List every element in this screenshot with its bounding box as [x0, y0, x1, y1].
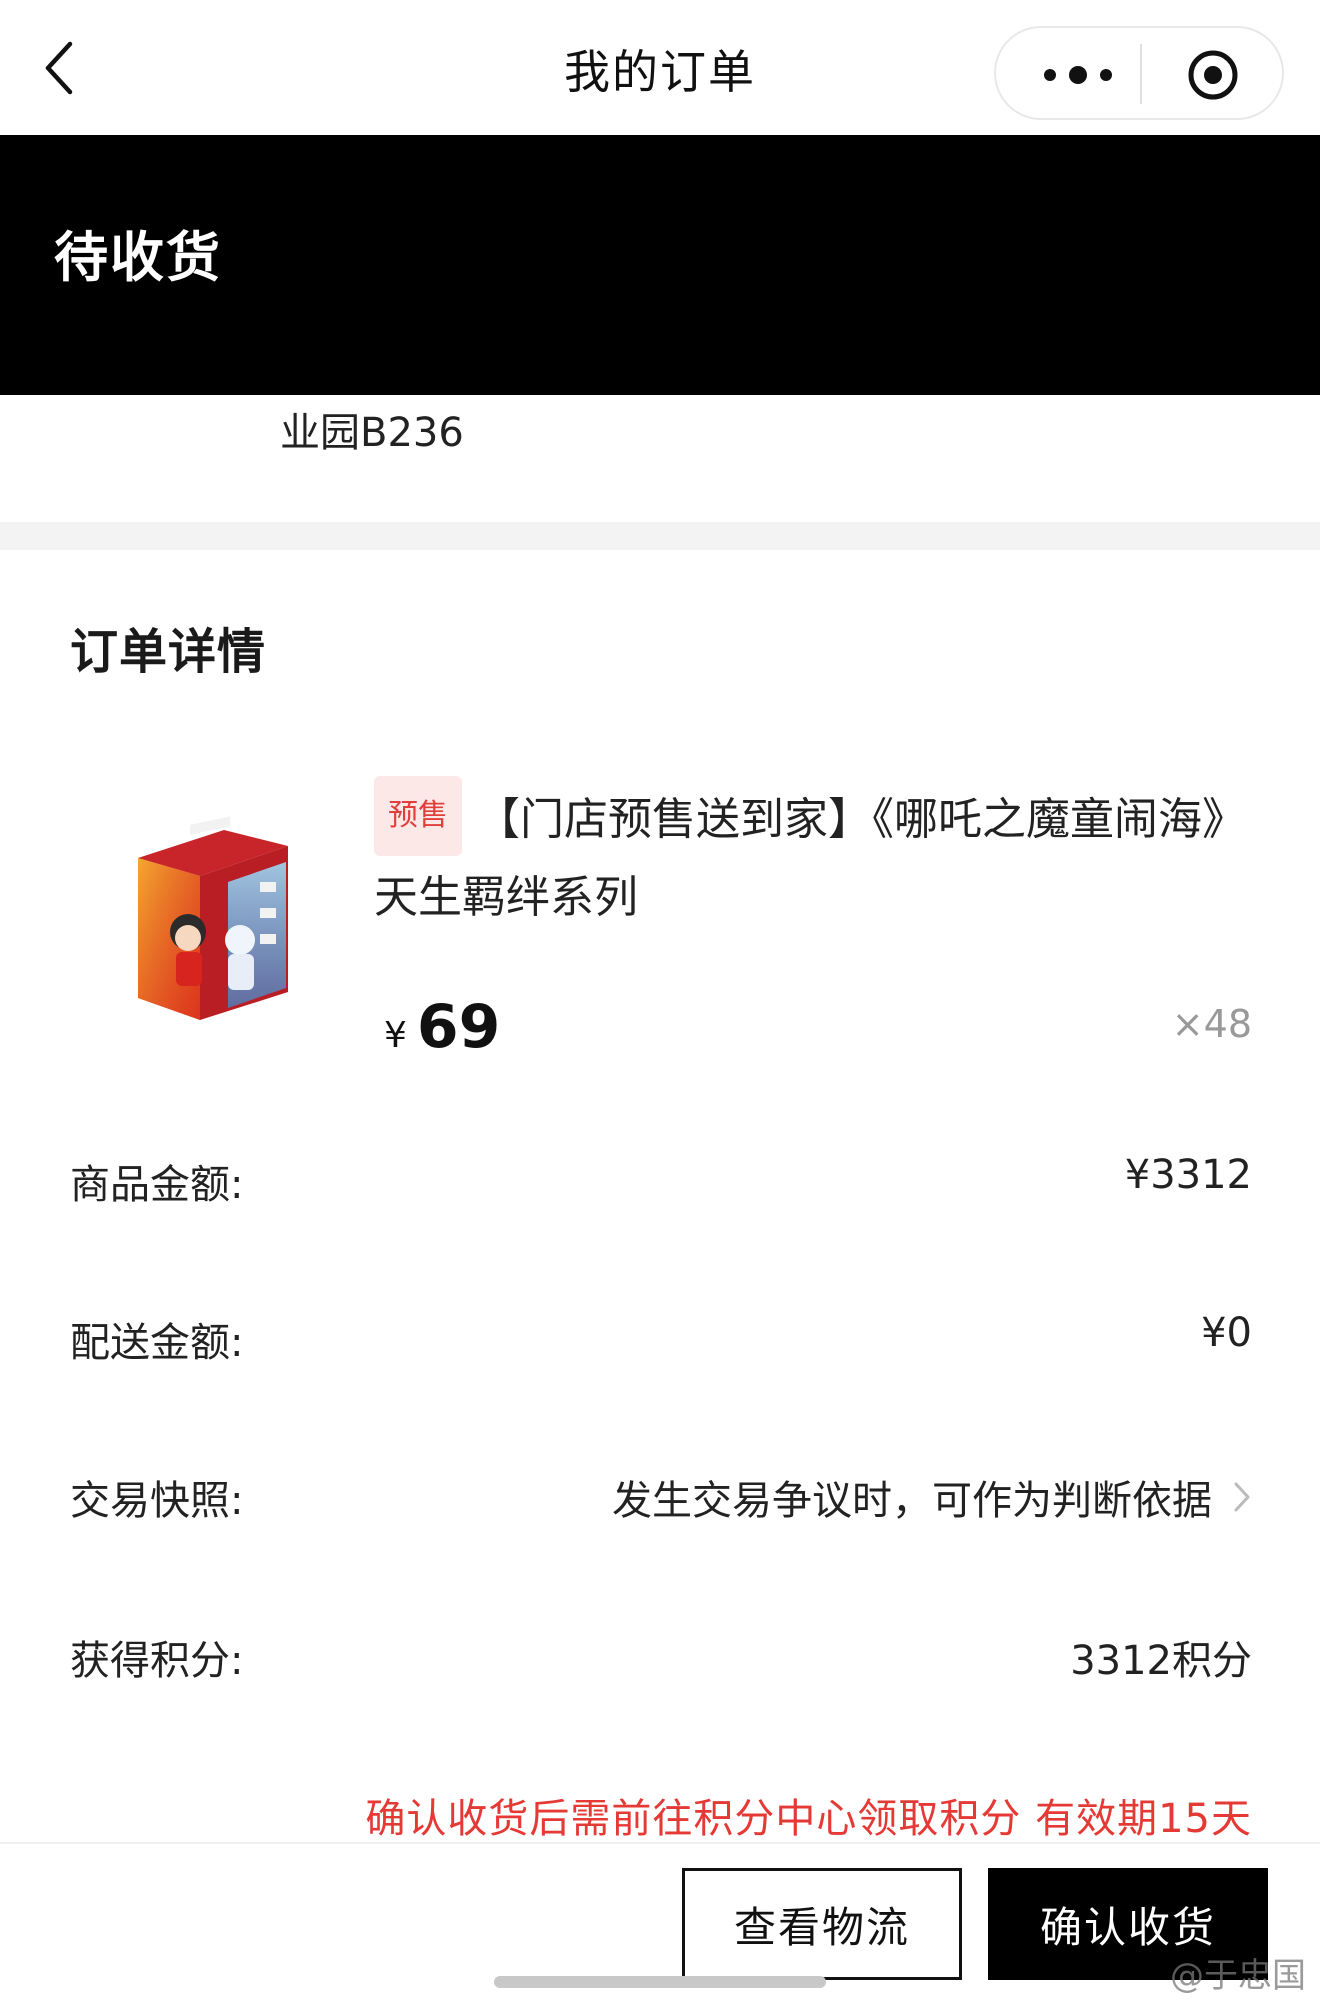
product-info[interactable]: 预售 【门店预售送到家】《哪吒之魔童闹海》天生羁绊系列 — [374, 776, 1254, 934]
order-status: 待收货 — [54, 226, 222, 289]
product-price: ¥69 — [384, 992, 500, 1062]
row-value: ¥0 — [1201, 1310, 1252, 1356]
address-text: 业园B236 — [280, 410, 464, 456]
chevron-right-icon — [1234, 1482, 1250, 1512]
bottom-action-bar: 查看物流 确认收货 — [0, 1842, 1320, 2003]
watermark: @于忠国 — [1170, 1956, 1306, 1996]
row-value: 发生交易争议时，可作为判断依据 — [612, 1478, 1212, 1524]
row-label: 配送金额: — [70, 1320, 244, 1366]
nav-bar: 我的订单 — [0, 0, 1320, 135]
product-image[interactable] — [128, 812, 298, 1026]
view-logistics-button[interactable]: 查看物流 — [682, 1868, 962, 1980]
presale-badge: 预售 — [374, 776, 462, 856]
order-status-banner: 待收货 — [0, 135, 1320, 395]
more-icon[interactable] — [1038, 58, 1118, 92]
trade-snapshot-row[interactable]: 交易快照: 发生交易争议时，可作为判断依据 — [70, 1468, 1252, 1528]
row-value: ¥3312 — [1124, 1152, 1252, 1198]
product-name: 【门店预售送到家】《哪吒之魔童闹海》天生羁绊系列 — [374, 794, 1246, 923]
row-value: 3312积分 — [1070, 1638, 1252, 1684]
order-detail-title: 订单详情 — [70, 624, 267, 680]
order-detail-page: 我的订单 待收货 业园B236 订单详情 预售 【门店预售送到家】《哪吒之魔童闹… — [0, 0, 1320, 2003]
section-separator — [0, 522, 1320, 550]
currency-symbol: ¥ — [384, 1015, 407, 1056]
product-title: 预售 【门店预售送到家】《哪吒之魔童闹海》天生羁绊系列 — [374, 776, 1254, 934]
home-indicator — [494, 1976, 826, 1988]
row-label: 商品金额: — [70, 1162, 244, 1208]
product-quantity: ×48 — [1171, 1002, 1252, 1046]
close-target-icon[interactable] — [1186, 48, 1240, 102]
row-label: 获得积分: — [70, 1638, 244, 1684]
capsule-divider — [1140, 44, 1142, 104]
delivery-amount-row: 配送金额: ¥0 — [70, 1310, 1252, 1370]
miniprogram-capsule — [994, 26, 1284, 120]
price-amount: 69 — [416, 992, 501, 1062]
goods-amount-row: 商品金额: ¥3312 — [70, 1152, 1252, 1212]
points-earned-row: 获得积分: 3312积分 — [70, 1628, 1252, 1688]
points-notice: 确认收货后需前往积分中心领取积分 有效期15天 — [365, 1796, 1252, 1842]
row-label: 交易快照: — [70, 1478, 244, 1524]
